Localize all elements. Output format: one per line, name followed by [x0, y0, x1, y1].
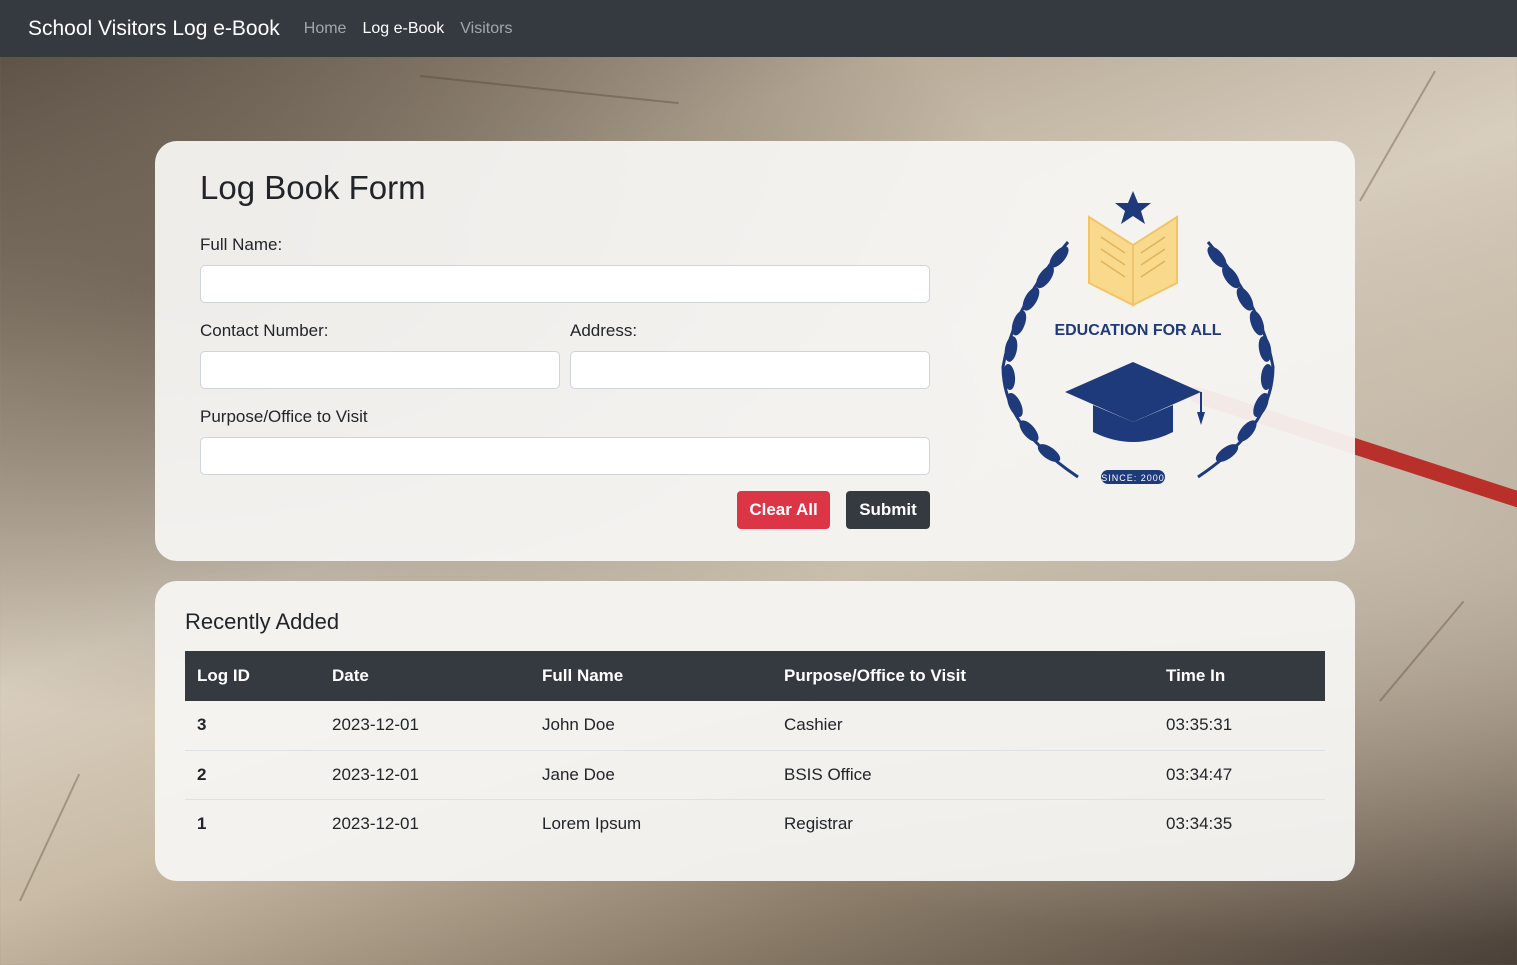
- full-name-input[interactable]: [200, 265, 930, 303]
- cell-full-name: John Doe: [542, 715, 615, 735]
- submit-button[interactable]: Submit: [846, 491, 930, 529]
- cell-time-in: 03:35:31: [1166, 715, 1233, 735]
- cell-full-name: Jane Doe: [542, 764, 615, 784]
- background-scribble: [1359, 70, 1436, 202]
- star-icon: [1115, 191, 1151, 224]
- address-label: Address:: [570, 321, 638, 340]
- cell-full-name: Lorem Ipsum: [542, 813, 642, 833]
- cell-purpose: Registrar: [784, 813, 853, 833]
- form-title: Log Book Form: [200, 169, 426, 206]
- nav-link-home[interactable]: Home: [304, 20, 347, 38]
- laurel-left-icon: [1001, 241, 1079, 479]
- header-full-name: Full Name: [542, 666, 624, 685]
- background-scribble: [1379, 600, 1465, 702]
- purpose-input[interactable]: [200, 437, 930, 475]
- cell-log-id: 3: [197, 715, 207, 735]
- navbar-brand[interactable]: School Visitors Log e-Book: [28, 17, 280, 41]
- cell-date: 2023-12-01: [332, 715, 419, 735]
- nav-link-log-ebook[interactable]: Log e-Book: [362, 20, 444, 38]
- education-for-all-logo: EDUCATION FOR ALL SINCE: 2000: [1001, 191, 1275, 484]
- header-log-id: Log ID: [197, 666, 250, 685]
- cell-time-in: 03:34:35: [1166, 813, 1233, 833]
- background-scribble: [19, 773, 81, 902]
- recently-added-title: Recently Added: [185, 609, 340, 634]
- logo-text: EDUCATION FOR ALL: [1054, 322, 1221, 339]
- graduation-cap-icon: [1065, 362, 1205, 442]
- table-row: 3 2023-12-01 John Doe Cashier 03:35:31: [185, 701, 1325, 750]
- table-header-row: Log ID Date Full Name Purpose/Office to …: [185, 651, 1325, 701]
- top-navbar: School Visitors Log e-Book Home Log e-Bo…: [0, 0, 1517, 57]
- purpose-label: Purpose/Office to Visit: [200, 407, 368, 426]
- cell-date: 2023-12-01: [332, 813, 419, 833]
- address-input[interactable]: [570, 351, 930, 389]
- cell-log-id: 1: [197, 813, 207, 833]
- cell-date: 2023-12-01: [332, 764, 419, 784]
- recent-logs-table: Log ID Date Full Name Purpose/Office to …: [185, 651, 1325, 848]
- log-book-form-card: Log Book Form Full Name: Contact Number:…: [155, 141, 1355, 561]
- full-name-label: Full Name:: [200, 235, 283, 254]
- cell-purpose: Cashier: [784, 715, 843, 735]
- clear-all-button[interactable]: Clear All: [737, 491, 830, 529]
- contact-number-label: Contact Number:: [200, 321, 329, 340]
- table-row: 1 2023-12-01 Lorem Ipsum Registrar 03:34…: [185, 799, 1325, 848]
- contact-number-input[interactable]: [200, 351, 560, 389]
- recently-added-card: Recently Added Log ID Date Full Name Pur…: [155, 581, 1355, 881]
- nav-link-visitors[interactable]: Visitors: [460, 20, 512, 38]
- header-date: Date: [332, 666, 369, 685]
- cell-time-in: 03:34:47: [1166, 764, 1233, 784]
- background-scribble: [419, 75, 679, 105]
- since-text: SINCE: 2000: [1101, 473, 1165, 483]
- header-purpose: Purpose/Office to Visit: [784, 666, 967, 685]
- cell-log-id: 2: [197, 764, 207, 784]
- header-time-in: Time In: [1166, 666, 1226, 685]
- table-row: 2 2023-12-01 Jane Doe BSIS Office 03:34:…: [185, 750, 1325, 799]
- laurel-right-icon: [1197, 241, 1275, 479]
- cell-purpose: BSIS Office: [784, 764, 872, 784]
- open-book-icon: [1088, 215, 1178, 307]
